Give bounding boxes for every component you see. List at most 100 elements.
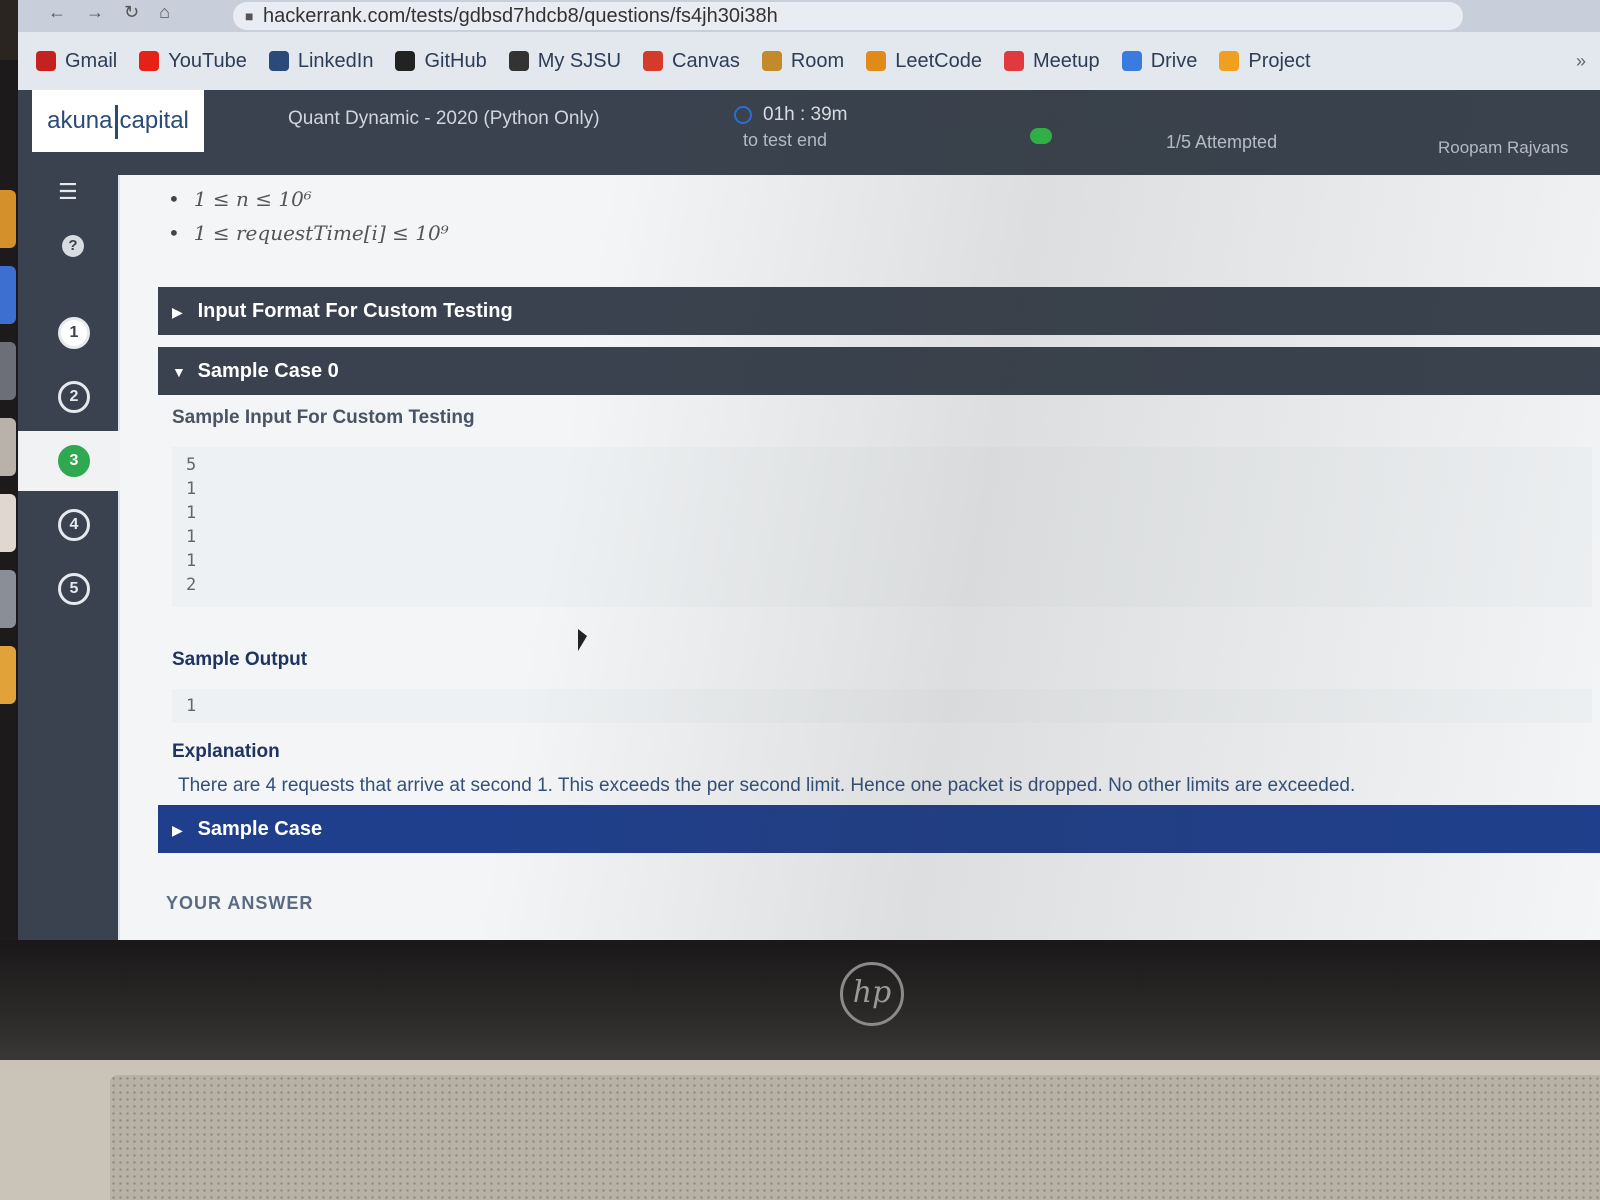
bookmark-meetup[interactable]: Meetup [1003,49,1100,73]
question-nav-item-1[interactable]: 1 [18,303,118,363]
sample-case-1-accordion[interactable]: ▶ Sample Case [158,805,1600,853]
question-number-badge: 4 [58,509,90,541]
back-icon[interactable]: ← [48,2,66,23]
bookmark-drive[interactable]: Drive [1121,49,1198,73]
bookmark-linkedin[interactable]: LinkedIn [268,50,373,73]
address-bar-row: ← → ↻ ⌂ ■ hackerrank.com/tests/gdbsd7hdc… [18,0,1600,32]
bookmark-label: Canvas [672,49,740,72]
question-nav-item-5[interactable]: 5 [18,559,118,619]
question-number-badge: 1 [58,317,90,349]
logo-text-left: akuna [47,107,113,134]
speaker-grille [110,1075,1600,1200]
list-icon[interactable]: ☰ [58,179,78,205]
linkedin-icon [268,51,289,71]
room-icon [761,51,782,71]
attempted-count: 1/5 Attempted [1166,132,1278,152]
caret-down-icon: ▼ [172,364,186,380]
laptop-hinge [0,940,1600,1060]
bookmarks-bar: Gmail YouTube LinkedIn GitHub My SJSU Canvas R… [18,32,1600,90]
dock-app-icon[interactable] [0,266,16,324]
input-format-accordion[interactable]: ▶ Input Format For Custom Testing [158,287,1600,335]
user-name[interactable]: Roopam Rajvans [1438,138,1568,158]
browser-window: ← → ↻ ⌂ ■ hackerrank.com/tests/gdbsd7hdc… [18,0,1600,940]
url-input[interactable]: ■ hackerrank.com/tests/gdbsd7hdcb8/quest… [233,2,1463,30]
bookmark-github[interactable]: GitHub [395,50,487,73]
dock-app-icon[interactable] [0,646,16,704]
dock-app-icon[interactable] [0,418,16,476]
question-nav-item-3[interactable]: 3 [18,431,128,491]
dock-app-icon[interactable] [0,342,16,400]
accordion-label: Sample Case [197,818,323,840]
dock-app-icon[interactable] [0,190,16,248]
reload-icon[interactable]: ↻ [124,2,139,23]
youtube-icon [139,51,160,71]
sample-output-block: 1 [172,689,1592,723]
gmail-icon [36,51,56,71]
accordion-label: Sample Case 0 [197,360,339,382]
caret-right-icon: ▶ [172,822,183,838]
leetcode-icon [866,51,887,71]
more-bookmarks-icon[interactable]: » [1576,51,1586,72]
dock-app-icon[interactable] [0,494,16,552]
explanation-title: Explanation [172,741,280,762]
help-icon[interactable]: ? [62,235,84,257]
your-answer-heading: YOUR ANSWER [166,893,314,913]
home-icon[interactable]: ⌂ [159,2,170,23]
sample-input-line: 5 [186,455,197,475]
sample-input-block: 5 1 1 1 1 2 [172,447,1592,607]
mouse-cursor-icon [578,629,587,651]
drive-icon [1219,51,1240,71]
sample-input-line: 2 [186,575,197,595]
bookmark-label: Meetup [1032,49,1100,72]
github-icon [395,51,416,71]
question-nav-item-2[interactable]: 2 [18,367,118,427]
meetup-icon [1003,51,1024,71]
globe-icon [508,51,529,71]
bookmark-leetcode[interactable]: LeetCode [866,50,982,73]
constraints-list: 1 ≤ n ≤ 10⁶ 1 ≤ requestTime[i] ≤ 10⁹ [168,187,449,255]
question-nav-rail: ☰ ? 1 2 3 4 5 [18,175,128,940]
constraint-item: 1 ≤ requestTime[i] ≤ 10⁹ [168,221,449,245]
bookmark-label: Drive [1150,49,1198,72]
test-title: Quant Dynamic - 2020 (Python Only) [288,108,600,129]
bookmark-room[interactable]: Room [761,49,845,73]
constraint-item: 1 ≤ n ≤ 10⁶ [168,187,449,211]
question-nav-item-4[interactable]: 4 [18,495,118,555]
url-text: hackerrank.com/tests/gdbsd7hdcb8/questio… [263,5,778,27]
dock-app-icon[interactable] [0,570,16,628]
bookmark-project[interactable]: Project [1219,50,1311,73]
logo-divider [114,104,118,139]
sample-output-line: 1 [186,696,197,716]
bookmark-label: LeetCode [895,49,982,72]
logo-text-right: capital [119,107,189,134]
timer-label: to test end [743,130,828,150]
question-number-badge: 3 [58,445,90,477]
sample-output-title: Sample Output [172,649,308,670]
sample-input-line: 1 [186,503,197,523]
bookmark-youtube[interactable]: YouTube [139,50,247,73]
bookmark-label: Room [790,49,845,72]
connection-status-indicator [1030,128,1052,144]
bookmark-my-sjsu[interactable]: My SJSU [508,49,622,73]
sample-input-title: Sample Input For Custom Testing [172,407,475,428]
question-number-badge: 2 [58,381,90,413]
sample-case-0-accordion[interactable]: ▼ Sample Case 0 [158,347,1600,395]
bookmark-label: My SJSU [537,49,622,72]
question-number-badge: 5 [58,573,90,605]
timer-value: 01h : 39m [763,104,848,125]
bookmark-label: Gmail [65,49,118,72]
sample-input-line: 1 [186,479,197,499]
company-logo: akuna capital [32,90,204,152]
canvas-icon [643,51,664,71]
lock-icon: ■ [245,8,254,24]
bookmark-canvas[interactable]: Canvas [643,50,740,73]
brand-logo: hp [840,962,904,1026]
drive-icon [1121,51,1142,71]
accordion-label: Input Format For Custom Testing [197,300,513,322]
forward-icon[interactable]: → [86,2,104,23]
problem-panel: 1 ≤ n ≤ 10⁶ 1 ≤ requestTime[i] ≤ 10⁹ ▶ I… [120,175,1600,940]
nav-buttons: ← → ↻ ⌂ [48,2,170,23]
clock-icon [734,106,752,124]
os-dock [0,180,20,930]
bookmark-gmail[interactable]: Gmail [36,50,117,73]
